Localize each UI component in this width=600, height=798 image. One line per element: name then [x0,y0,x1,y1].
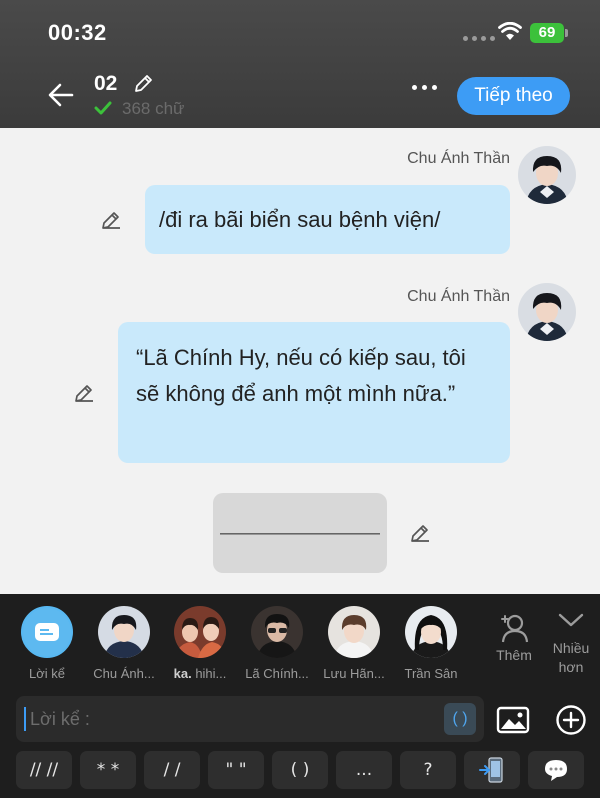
message-sender: Chu Ánh Thần [407,288,510,305]
check-icon [94,101,112,115]
message-bubble[interactable]: “Lã Chính Hy, nếu có kiếp sau, tôi sẽ kh… [118,322,510,463]
status-time: 00:32 [48,20,107,45]
character-name: Lời kể [29,666,65,681]
app-header: 00:32 69 02 368 chữ Tiếp theo [0,0,600,128]
cellular-signal-icon [463,36,495,41]
more-characters-label: Nhiều hơn [552,640,590,675]
character-name: ka. hihi... [163,666,237,681]
text-caret [24,707,26,731]
character-name: Lưu Hãn... [323,666,385,681]
narration-bubble[interactable]: ———————— [213,493,387,573]
message-bubble[interactable]: /đi ra bãi biển sau bệnh viện/ [145,185,510,254]
next-button[interactable]: Tiếp theo [457,77,570,115]
quick-key[interactable]: * * [80,751,136,789]
character-name-prefix: ka. [173,666,192,681]
more-options-button[interactable] [412,85,437,90]
parentheses-button[interactable]: ( ) [444,703,476,735]
message-sender: Chu Ánh Thần [407,150,510,167]
narrator-avatar [21,606,73,658]
avatar[interactable] [518,146,576,204]
add-character-button[interactable]: Thêm [489,612,539,663]
chat-area: Chu Ánh Thần /đi ra bãi biển sau bệnh vi… [0,128,600,594]
character-slot[interactable]: Lưu Hãn... [317,606,391,681]
quick-key[interactable]: / / [144,751,200,789]
narration-icon [35,623,59,641]
quick-key[interactable]: ( ) [272,751,328,789]
quick-key-phone[interactable] [464,751,520,789]
chapter-title: 02 [94,72,118,95]
character-name: Chu Ánh... [93,666,155,681]
chat-bubble-icon [545,760,567,781]
chevron-down-icon [558,613,584,627]
image-icon[interactable] [496,706,530,734]
character-name: Trần Sân [404,666,458,681]
character-avatar [98,606,150,658]
avatar[interactable] [518,283,576,341]
message-input[interactable] [30,696,440,742]
wifi-icon [498,22,522,40]
character-slot[interactable]: Chu Ánh... [87,606,161,681]
add-character-label: Thêm [496,647,532,663]
character-avatar [174,606,226,658]
quick-key[interactable]: ? [400,751,456,789]
back-arrow-icon[interactable] [46,80,76,110]
character-name: Lã Chính... [245,666,309,681]
character-avatar [251,606,303,658]
edit-message-icon[interactable] [73,382,95,404]
battery-tip [565,29,568,37]
word-count: 368 chữ [122,99,185,118]
character-slot[interactable]: ka. hihi... [163,606,237,681]
more-characters-button[interactable]: Nhiều hơn [546,610,596,677]
message-input-container: ( ) [16,696,484,742]
character-avatar [405,606,457,658]
quick-key-chat[interactable] [528,751,584,789]
phone-arrow-icon [479,757,503,783]
edit-message-icon[interactable] [100,209,122,231]
character-narrator[interactable]: Lời kể [10,606,84,681]
quick-key[interactable]: ... [336,751,392,789]
battery-indicator: 69 [530,23,564,43]
character-slot[interactable]: Trần Sân [394,606,468,681]
edit-message-icon[interactable] [409,522,431,544]
edit-title-icon[interactable] [132,73,154,95]
character-name-rest: hihi... [195,666,227,681]
character-avatar [328,606,380,658]
add-person-icon [501,614,529,643]
composer-panel: Lời kể Chu Ánh... ka. hihi... Lã Chính..… [0,594,600,798]
add-plus-icon[interactable] [555,704,587,736]
character-slot[interactable]: Lã Chính... [240,606,314,681]
quick-key-row: // // * * / / " " ( ) ... ? [16,751,584,789]
quick-key[interactable]: " " [208,751,264,789]
quick-key[interactable]: // // [16,751,72,789]
